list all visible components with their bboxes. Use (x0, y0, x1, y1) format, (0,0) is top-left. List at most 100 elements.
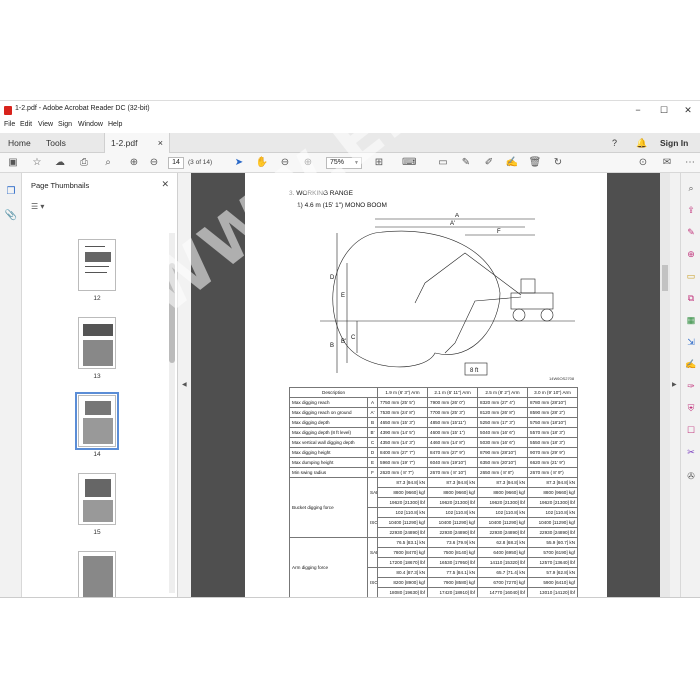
document-scrollbar[interactable] (660, 173, 670, 597)
thumbnail-page-16[interactable] (78, 551, 116, 597)
attachment-icon[interactable]: 📎 (4, 209, 18, 223)
hand-tool-icon[interactable]: ✋ (255, 156, 269, 170)
menu-edit[interactable]: Edit (20, 121, 32, 128)
page-thumbnails-icon[interactable]: ❐ (4, 185, 18, 199)
table-cell: 8790 mm (28'10") (477, 447, 529, 458)
delete-icon[interactable]: 🗑 (528, 156, 542, 170)
help-icon[interactable]: ? (612, 133, 617, 153)
combine-files-icon[interactable]: ⧉ (684, 291, 698, 305)
comment-icon[interactable]: ▭ (436, 156, 450, 170)
minimize-button[interactable]: − (626, 103, 650, 117)
tab-close-icon[interactable]: × (158, 133, 163, 153)
send-for-signature-icon[interactable]: ✑ (684, 379, 698, 393)
edit-pdf-icon[interactable]: ✎ (684, 225, 698, 239)
table-cell: 102 [110.8] kN (477, 507, 529, 518)
dim-label-b: B (330, 343, 334, 349)
prepare-form-icon[interactable]: ☐ (684, 423, 698, 437)
pen-icon[interactable]: ✎ (459, 156, 473, 170)
more-tools-wrench-icon[interactable]: ✇ (684, 469, 698, 483)
select-cursor-icon[interactable]: ➤ (232, 156, 246, 170)
thumbnail-page-15[interactable] (78, 473, 116, 525)
next-page-icon[interactable]: ⊖ (147, 156, 161, 170)
table-cell: 102 [110.8] kN (377, 507, 429, 518)
thumbnail-page-12[interactable] (78, 239, 116, 291)
tab-document[interactable]: 1-2.pdf × (104, 133, 170, 153)
rotate-icon[interactable]: ↻ (551, 156, 565, 170)
menu-view[interactable]: View (38, 121, 53, 128)
print-icon[interactable]: ⎙ (77, 156, 91, 170)
tab-document-label: 1-2.pdf (111, 138, 138, 148)
menu-file[interactable]: File (4, 121, 15, 128)
redact-icon[interactable]: ✂ (684, 445, 698, 459)
search-tool-icon[interactable]: ⌕ (684, 181, 698, 195)
zoom-level-select[interactable]: 75% ▾ (326, 157, 362, 169)
close-window-button[interactable]: ✕ (676, 103, 700, 117)
keyboard-icon[interactable]: ⌨ (402, 156, 416, 170)
zoom-out-icon[interactable]: ⊖ (278, 156, 292, 170)
share-icon[interactable]: ✉ (660, 156, 674, 170)
thumbnail-scrollbar[interactable] (169, 233, 175, 593)
highlight-icon[interactable]: ✐ (482, 156, 496, 170)
table-cell: ISO (366, 507, 379, 538)
table-cell: 10400 [11290] kgf (427, 517, 479, 528)
table-cell: 5250 mm (17' 3") (477, 417, 529, 428)
page-count: (3 of 14) (188, 159, 213, 166)
thumbnail-page-13[interactable] (78, 317, 116, 369)
table-cell: 6400 [6950] kgf (477, 547, 529, 558)
protect-icon[interactable]: ⛨ (684, 401, 698, 415)
table-cell: 4390 mm (14' 5") (377, 427, 429, 438)
table-cell: A' (366, 407, 379, 418)
fill-sign-icon[interactable]: ✍ (505, 156, 519, 170)
table-cell: 12570 [13640] lbf (527, 557, 579, 568)
expand-right-panel-icon[interactable]: ▶ (672, 381, 677, 388)
table-cell: 87.3 [94.8] kN (377, 477, 429, 488)
search-icon[interactable]: ⌕ (101, 156, 115, 170)
read-aloud-icon[interactable]: ⊙ (636, 156, 650, 170)
document-view: 3. WORKING RANGE 1) 4.6 m (15' 1") MONO … (191, 173, 660, 597)
table-cell: 19620 [21300] lbf (527, 497, 579, 508)
table-cell: 4460 mm (14' 8") (427, 437, 479, 448)
left-navigation-rail: ❐ 📎 (0, 173, 22, 597)
compress-pdf-icon[interactable]: ⇲ (684, 335, 698, 349)
export-pdf-icon[interactable]: ⇪ (684, 203, 698, 217)
tab-home[interactable]: Home (2, 133, 37, 153)
page-number-input[interactable]: 14 (168, 157, 184, 169)
menu-sign[interactable]: Sign (58, 121, 72, 128)
table-cell: 1.9 m (6' 3") Arm (377, 387, 429, 398)
table-cell: Description (288, 387, 379, 398)
close-panel-icon[interactable]: ✕ (161, 179, 169, 190)
acrobat-app-icon (4, 106, 12, 115)
table-cell: 8120 mm (26' 8") (477, 407, 529, 418)
table-cell: 14770 [16040] lbf (477, 587, 529, 597)
table-cell: 7500 [8140] kgf (427, 547, 479, 558)
upload-cloud-icon[interactable]: ☁ (53, 156, 67, 170)
organize-pages-icon[interactable]: ▦ (684, 313, 698, 327)
table-cell: 19620 [21300] lbf (427, 497, 479, 508)
page-thumbnails-panel: Page Thumbnails ✕ ☰ ▾ 12 13 14 15 (22, 173, 178, 597)
save-icon[interactable]: ▣ (6, 156, 20, 170)
zoom-in-icon[interactable]: ⊕ (301, 156, 315, 170)
table-cell: 87.3 [94.8] kN (427, 477, 479, 488)
menu-help[interactable]: Help (108, 121, 122, 128)
notifications-bell-icon[interactable]: 🔔 (636, 133, 647, 153)
thumbnail-options-icon[interactable]: ☰ ▾ (31, 202, 44, 211)
previous-page-icon[interactable]: ⊕ (127, 156, 141, 170)
menu-window[interactable]: Window (78, 121, 103, 128)
collapse-left-panel-icon[interactable]: ◀ (182, 381, 187, 388)
table-cell: 6700 [7270] kgf (477, 577, 529, 588)
sign-in-button[interactable]: Sign In (660, 133, 688, 153)
table-cell: 8200 [8900] kgf (377, 577, 429, 588)
thumbnail-page-14[interactable] (75, 392, 119, 450)
comment-tool-icon[interactable]: ▭ (684, 269, 698, 283)
fit-page-icon[interactable]: ⊞ (372, 156, 386, 170)
maximize-button[interactable]: ☐ (652, 103, 676, 117)
more-tools-icon[interactable]: ⋯ (683, 156, 697, 170)
thumbnail-label-14: 14 (93, 451, 101, 458)
dim-label-a-prime: A' (450, 221, 455, 227)
table-row: Bucket digging forceSAE87.3 [94.8] kN87.… (289, 477, 579, 538)
bookmark-star-icon[interactable]: ☆ (30, 156, 44, 170)
create-pdf-icon[interactable]: ⊕ (684, 247, 698, 261)
tab-tools[interactable]: Tools (40, 133, 72, 153)
table-cell: 62.8 [68.2] kN (477, 537, 529, 548)
fill-sign-tool-icon[interactable]: ✍ (684, 357, 698, 371)
